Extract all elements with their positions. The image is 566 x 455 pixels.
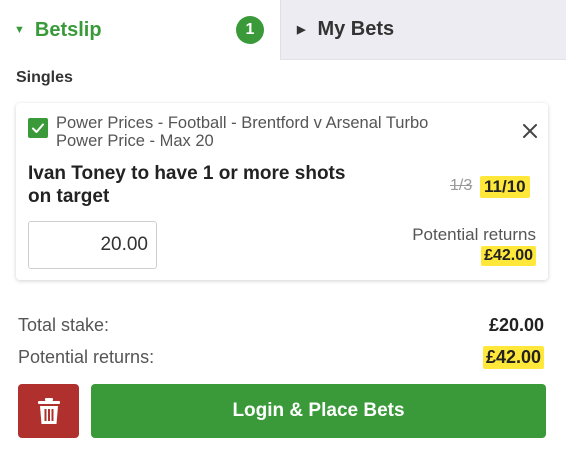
selection-line-2: on target	[28, 186, 110, 207]
selection-name: Ivan Toney to have 1 or more shots on ta…	[28, 162, 408, 208]
total-stake-row: Total stake: £20.00	[18, 315, 546, 336]
checkmark-icon	[32, 123, 44, 133]
tab-bar: ▼ Betslip 1 ▶ My Bets	[0, 0, 566, 60]
total-stake-value: £20.00	[488, 315, 544, 335]
old-odds: 1/3	[450, 177, 473, 194]
total-returns-label: Potential returns:	[18, 347, 155, 367]
stake-input[interactable]	[28, 221, 157, 269]
caret-right-icon: ▶	[297, 24, 306, 36]
caret-down-icon: ▼	[14, 24, 25, 36]
betslip-panel: ▼ Betslip 1 ▶ My Bets Singles Power Pric…	[0, 0, 566, 455]
tab-my-bets[interactable]: ▶ My Bets	[281, 0, 566, 60]
delete-all-button[interactable]	[18, 384, 79, 438]
market-line-2: Power Price - Max 20	[56, 132, 214, 150]
tab-betslip[interactable]: ▼ Betslip 1	[0, 0, 281, 60]
tab-betslip-label: Betslip	[34, 18, 102, 41]
market-line-1: Power Prices - Football - Brentford v Ar…	[56, 114, 429, 132]
total-returns-row: Potential returns: £42.00	[18, 346, 546, 369]
potential-returns-label: Potential returns	[412, 225, 536, 244]
betslip-content: Singles Power Prices - Football - Brentf…	[0, 60, 566, 455]
total-returns-value: £42.00	[482, 346, 544, 369]
total-stake-label: Total stake:	[18, 315, 110, 335]
betslip-count-badge: 1	[236, 16, 264, 44]
section-title: Singles	[16, 69, 73, 86]
tab-my-bets-label: My Bets	[317, 18, 395, 40]
trash-icon	[37, 398, 60, 424]
bet-card: Power Prices - Football - Brentford v Ar…	[16, 103, 548, 280]
remove-bet-button[interactable]	[522, 123, 538, 139]
selection-line-1: Ivan Toney to have 1 or more shots	[28, 163, 346, 184]
potential-returns-value: £42.00	[481, 246, 536, 266]
close-icon	[523, 124, 537, 138]
login-place-bets-button[interactable]: Login & Place Bets	[91, 384, 546, 438]
market-description: Power Prices - Football - Brentford v Ar…	[56, 114, 496, 150]
boosted-odds: 11/10	[480, 176, 530, 198]
checkbox[interactable]	[28, 118, 48, 138]
